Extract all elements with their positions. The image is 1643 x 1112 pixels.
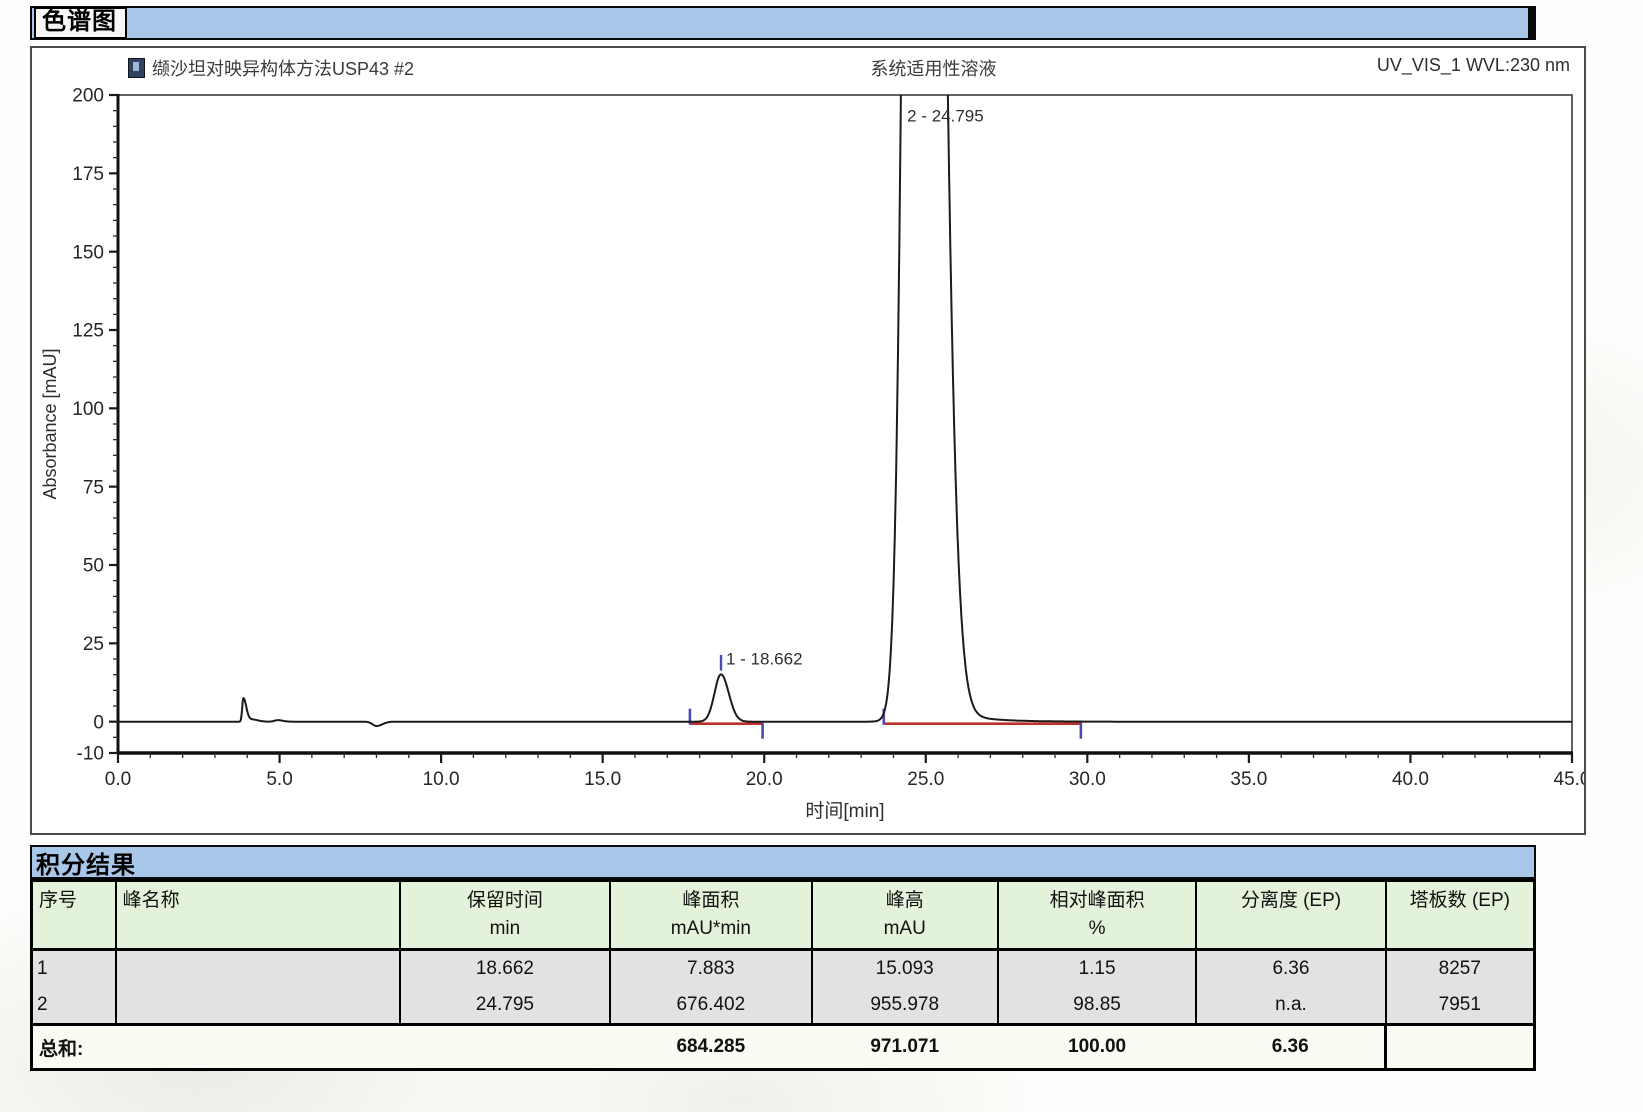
peak-label-2: 2 - 24.795 (907, 107, 984, 126)
cell-plates: 7951 (1386, 987, 1535, 1025)
cell-area: 7.883 (610, 950, 811, 988)
y-tick-label: 150 (72, 242, 104, 263)
cell-no: 1 (32, 950, 116, 988)
chromatogram-section-title: 色谱图 (34, 7, 127, 39)
cell-peak-name (116, 987, 400, 1025)
col-header-area: 峰面积mAU*min (610, 881, 811, 950)
sum-label: 总和: (32, 1025, 400, 1070)
y-tick-label: 25 (83, 634, 104, 655)
chromatogram-container: 缬沙坦对映异构体方法USP43 #2 系统适用性溶液 UV_VIS_1 WVL:… (30, 46, 1586, 835)
col-header-retention-time: 保留时间min (400, 881, 610, 950)
y-tick-label: 175 (72, 164, 104, 185)
cell-peak-name (116, 950, 400, 988)
sum-relative-area: 100.00 (998, 1025, 1196, 1070)
x-tick-label: 15.0 (584, 769, 621, 790)
cell-area: 676.402 (610, 987, 811, 1025)
y-axis-title: Absorbance [mAU] (40, 348, 60, 499)
x-tick-label: 30.0 (1069, 769, 1106, 790)
col-header-resolution: 分离度 (EP) (1196, 881, 1385, 950)
peak-label-1: 1 - 18.662 (726, 649, 803, 668)
col-header-height: 峰高mAU (812, 881, 998, 950)
table-sum-row: 总和: 684.285 971.071 100.00 6.36 (32, 1025, 1535, 1070)
x-tick-label: 45.0 (1554, 769, 1584, 790)
cell-no: 2 (32, 987, 116, 1025)
y-tick-label: 50 (83, 556, 104, 577)
sum-resolution: 6.36 (1196, 1025, 1385, 1070)
injection-icon (128, 58, 145, 78)
y-tick-label: 75 (83, 477, 104, 498)
chromatogram-plot: 200 175 150 125 100 75 50 25 0 -100.0 5.0 10.0 15.0 2… (32, 85, 1584, 833)
chart-header-left: 缬沙坦对映异构体方法USP43 #2 (128, 55, 737, 81)
col-header-relative-area: 相对峰面积% (998, 881, 1196, 950)
sum-retention-time (400, 1025, 610, 1070)
integration-results-table: 序号 峰名称 保留时间min 峰面积mAU*min 峰高mAU 相对峰面积% 分… (30, 879, 1536, 1071)
sample-name: 缬沙坦对映异构体方法USP43 #2 (152, 55, 414, 81)
x-tick-label: 5.0 (266, 769, 292, 790)
chart-header: 缬沙坦对映异构体方法USP43 #2 系统适用性溶液 UV_VIS_1 WVL:… (32, 48, 1584, 85)
sum-plates (1386, 1025, 1535, 1070)
table-header-row: 序号 峰名称 保留时间min 峰面积mAU*min 峰高mAU 相对峰面积% 分… (32, 881, 1535, 950)
table-row-peak-2: 2 24.795 676.402 955.978 98.85 n.a. 7951 (32, 987, 1535, 1025)
detector-channel-label: UV_VIS_1 WVL:230 nm (1130, 55, 1570, 76)
x-axis-title: 时间[min] (805, 800, 884, 822)
cell-retention-time: 18.662 (400, 950, 610, 988)
col-header-no: 序号 (32, 881, 116, 950)
cell-relative-area: 98.85 (998, 987, 1196, 1025)
cell-resolution: 6.36 (1196, 950, 1385, 988)
sum-area: 684.285 (610, 1025, 811, 1070)
x-tick-label: 10.0 (423, 769, 460, 790)
x-tick-label: 20.0 (746, 769, 783, 790)
report-page: 色谱图 缬沙坦对映异构体方法USP43 #2 系统适用性溶液 UV_VIS_1 … (0, 0, 1643, 1071)
results-section-title: 积分结果 (32, 845, 136, 880)
cell-retention-time: 24.795 (400, 987, 610, 1025)
x-tick-label: 40.0 (1392, 769, 1429, 790)
sum-height: 971.071 (812, 1025, 998, 1070)
x-tick-label: 0.0 (105, 769, 131, 790)
y-tick-label: 0 (93, 712, 104, 733)
x-tick-label: 35.0 (1230, 769, 1267, 790)
cell-height: 15.093 (812, 950, 998, 988)
col-header-peak-name: 峰名称 (116, 881, 400, 950)
y-tick-label: 125 (72, 321, 104, 342)
table-row-peak-1: 1 18.662 7.883 15.093 1.15 6.36 8257 (32, 950, 1535, 988)
plot-frame (118, 95, 1572, 753)
results-section-bar: 积分结果 (30, 845, 1536, 879)
cell-plates: 8257 (1386, 950, 1535, 988)
cell-resolution: n.a. (1196, 987, 1385, 1025)
y-tick-label: 100 (72, 399, 104, 420)
sample-type-label: 系统适用性溶液 (737, 55, 1130, 81)
y-tick-label: -10 (77, 744, 104, 765)
cell-relative-area: 1.15 (998, 950, 1196, 988)
cell-height: 955.978 (812, 987, 998, 1025)
chromatogram-section-bar: 色谱图 (30, 6, 1536, 40)
y-tick-label: 200 (72, 86, 104, 107)
x-tick-label: 25.0 (907, 769, 944, 790)
col-header-plates: 塔板数 (EP) (1386, 881, 1535, 950)
